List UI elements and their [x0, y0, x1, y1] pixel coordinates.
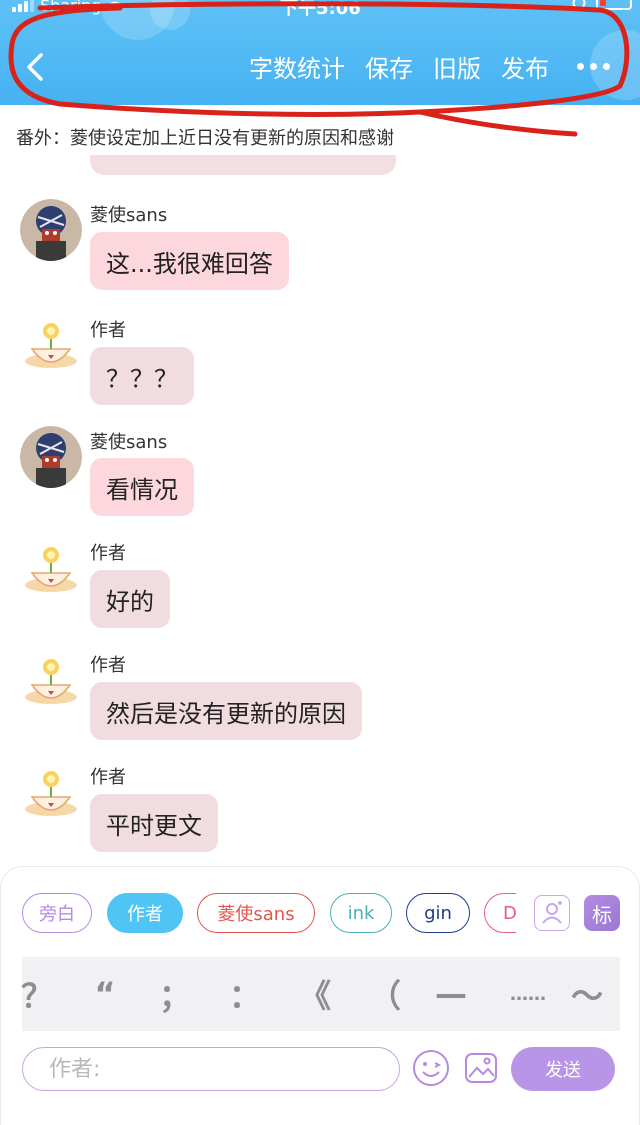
punct-ellipsis[interactable]: ……	[488, 957, 568, 1031]
status-left: Sharing	[12, 0, 123, 15]
add-role-icon	[542, 901, 562, 924]
add-role-button[interactable]	[534, 895, 570, 931]
message-sender: 作者	[90, 320, 126, 341]
avatar-sans[interactable]	[20, 199, 82, 261]
message-sender: 菱使sans	[90, 432, 168, 453]
send-button[interactable]: 发送	[511, 1047, 615, 1091]
punct-dash[interactable]: —	[424, 957, 478, 1031]
image-icon	[465, 1053, 497, 1083]
tag-label: 标	[592, 902, 612, 927]
punct-semicolon[interactable]: ；	[148, 957, 202, 1031]
message-bubble[interactable]: 这...我很难回答	[90, 232, 289, 290]
previous-message-bubble	[90, 155, 396, 175]
emoji-button[interactable]	[412, 1049, 450, 1087]
message-bubble[interactable]: 好的	[90, 570, 170, 628]
role-selector: 旁白 作者 菱使sans ink gin D 标	[22, 893, 622, 933]
publish-button[interactable]: 发布	[501, 49, 549, 84]
header-actions: 字数统计 保存 旧版 发布	[249, 46, 610, 86]
top-nav-bar: Sharing 下午5:06 字数统计 保存 旧版 发布	[0, 0, 640, 105]
old-version-button[interactable]: 旧版	[433, 49, 481, 84]
carrier-label: Sharing	[40, 0, 102, 15]
signal-icon	[12, 0, 34, 12]
punct-parenthesis[interactable]: （	[358, 957, 412, 1031]
status-right	[572, 0, 632, 10]
role-chip-gin[interactable]: gin	[406, 893, 470, 933]
message-bubble[interactable]: 然后是没有更新的原因	[90, 682, 362, 740]
word-count-button[interactable]: 字数统计	[249, 49, 345, 84]
message-sender: 作者	[90, 543, 126, 564]
role-chip-d-label: D	[503, 902, 516, 924]
message-sender: 作者	[90, 655, 126, 676]
avatar-sans[interactable]	[20, 426, 82, 488]
avatar-author[interactable]	[20, 763, 82, 825]
role-chip-ink[interactable]: ink	[330, 893, 392, 933]
role-chip-d[interactable]: D	[484, 893, 516, 933]
status-time: 下午5:06	[280, 0, 361, 19]
punct-question[interactable]: ？	[10, 957, 64, 1031]
punct-tilde[interactable]: ～	[560, 957, 614, 1031]
wifi-icon	[109, 1, 122, 11]
image-button[interactable]	[462, 1049, 500, 1087]
more-dots-icon[interactable]	[569, 62, 610, 70]
status-bar: Sharing 下午5:06	[0, 0, 640, 20]
punct-quote[interactable]: “	[78, 957, 132, 1031]
emoji-icon	[413, 1050, 449, 1086]
message-input[interactable]	[22, 1047, 400, 1091]
back-button[interactable]	[20, 50, 50, 84]
punct-colon[interactable]: ：	[218, 957, 272, 1031]
composer-row: 发送	[22, 1047, 620, 1091]
role-chip-sans[interactable]: 菱使sans	[197, 893, 315, 933]
punctuation-bar: ？ “ ； ： 《 （ — …… ～	[21, 957, 620, 1031]
orientation-lock-icon	[572, 0, 586, 10]
battery-icon	[596, 0, 632, 10]
chevron-left-icon	[27, 53, 43, 81]
message-bubble[interactable]: 平时更文	[90, 794, 218, 852]
save-button[interactable]: 保存	[365, 49, 413, 84]
role-chip-author[interactable]: 作者	[107, 893, 183, 933]
chapter-title: 番外：菱使设定加上近日没有更新的原因和感谢	[16, 128, 394, 149]
role-chip-clip: D	[484, 893, 516, 933]
role-chip-narrator[interactable]: 旁白	[22, 893, 92, 933]
message-bubble[interactable]: ？？？	[90, 347, 194, 405]
avatar-author[interactable]	[20, 651, 82, 713]
message-sender: 作者	[90, 767, 126, 788]
avatar-author[interactable]	[20, 539, 82, 601]
avatar-author[interactable]	[20, 315, 82, 377]
tag-button[interactable]: 标	[584, 895, 620, 931]
message-sender: 菱使sans	[90, 205, 168, 226]
punct-book-title[interactable]: 《	[288, 957, 342, 1031]
message-bubble[interactable]: 看情况	[90, 458, 194, 516]
